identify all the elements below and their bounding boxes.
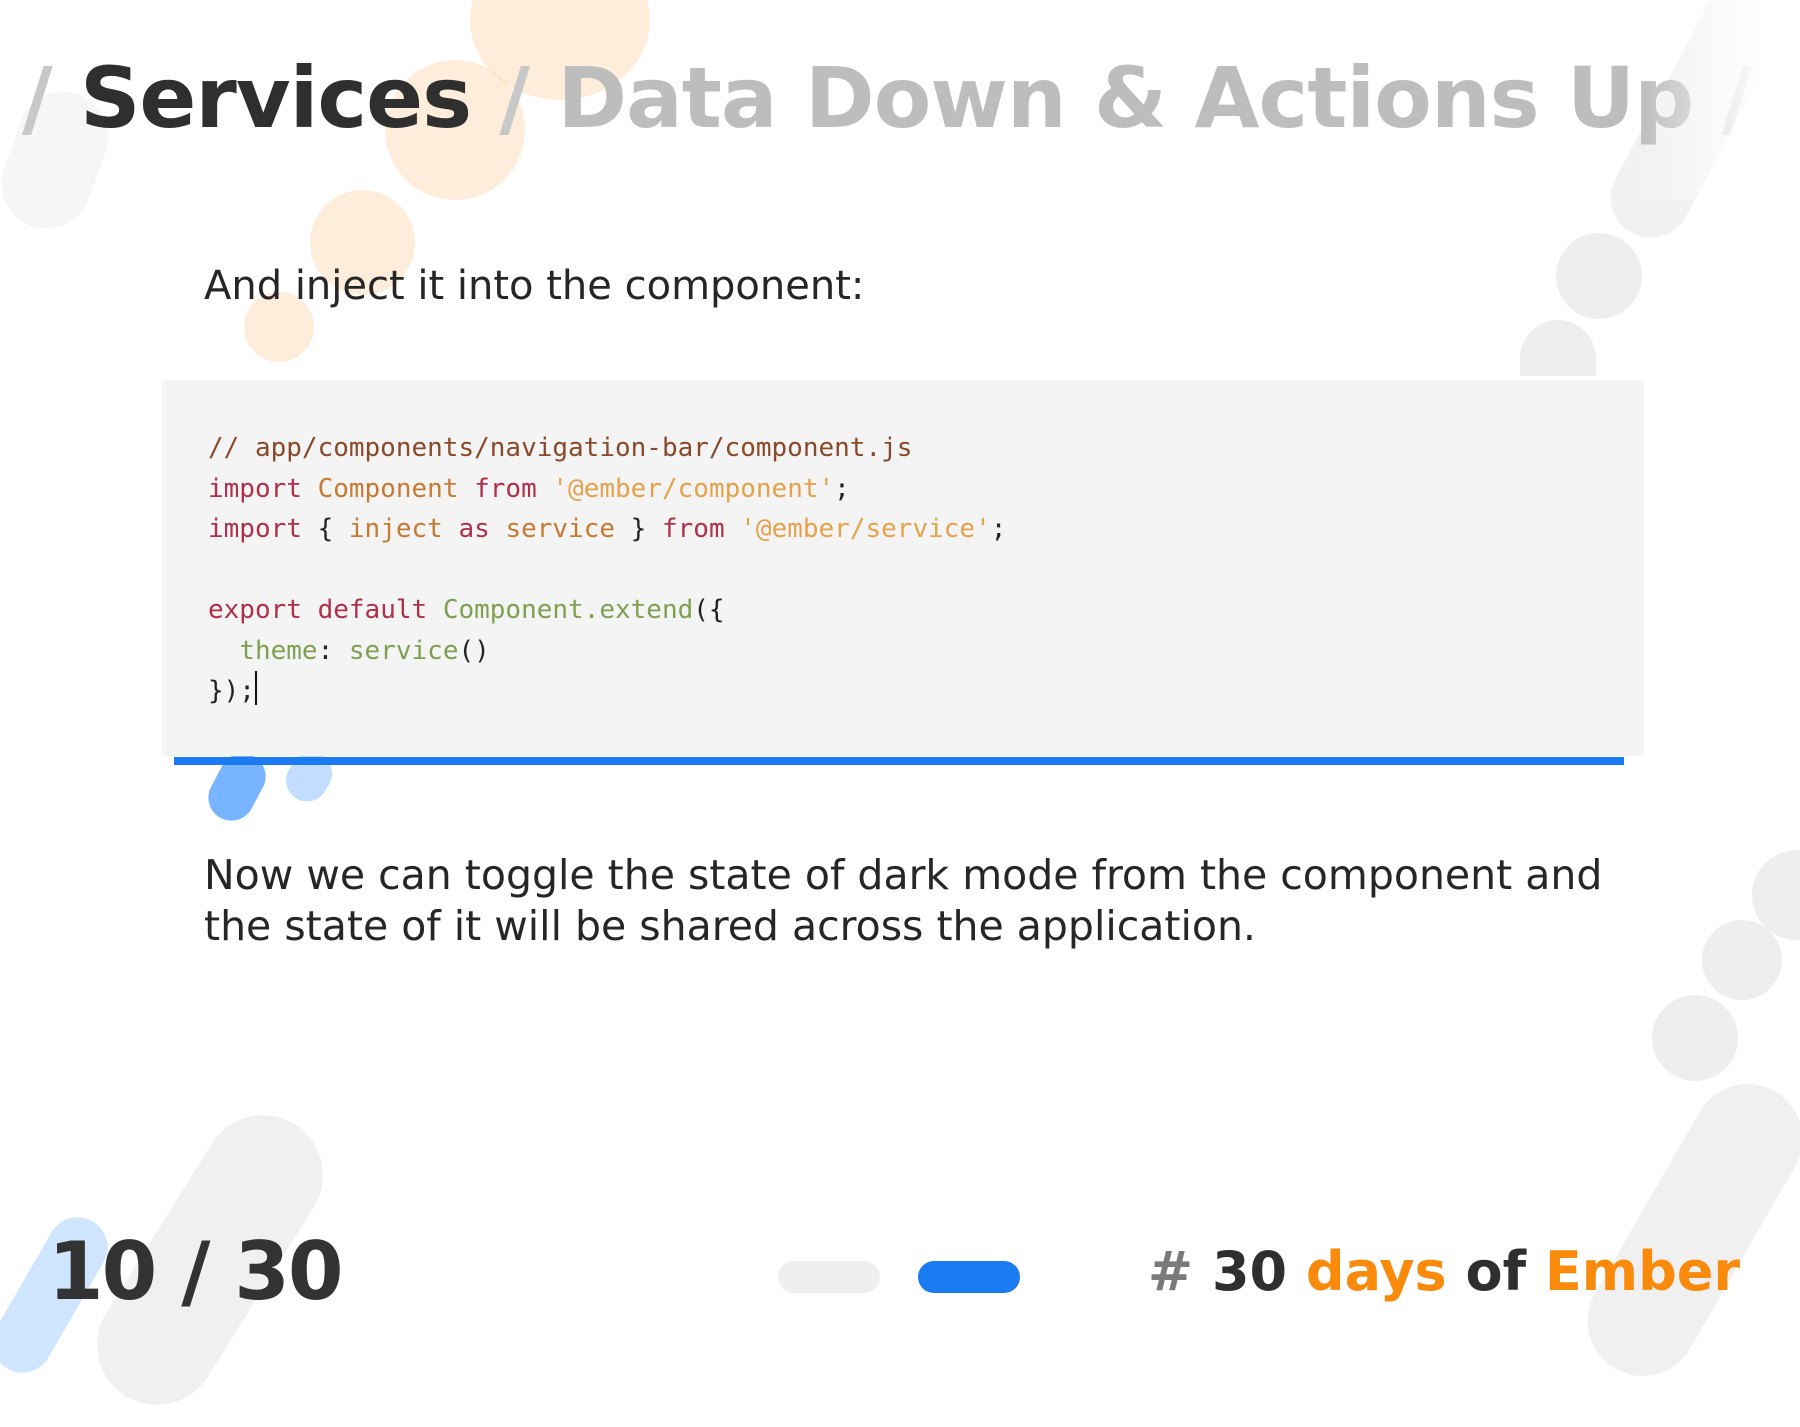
- code-punctuation: ({: [693, 595, 725, 625]
- page-current: 10: [48, 1225, 157, 1318]
- decor-grey-circle-right-2: [1520, 320, 1596, 376]
- code-content: // app/components/navigation-bar/compone…: [208, 428, 1006, 712]
- brand-days: days: [1305, 1240, 1447, 1303]
- code-keyword: as: [458, 514, 490, 544]
- topic-breadcrumb: / Services / Data Down & Actions Up / M: [22, 38, 1762, 158]
- code-punctuation: {: [317, 514, 334, 544]
- page-separator: /: [181, 1225, 210, 1318]
- breadcrumb-active-topic: Services: [79, 49, 472, 147]
- decor-grey-circle-right-1: [1556, 233, 1642, 319]
- decor-grey-circle-right-5: [1652, 995, 1738, 1081]
- code-string: '@ember/service': [740, 514, 991, 544]
- brand-logo: # 30 days of Ember: [1148, 1240, 1740, 1303]
- page-total: 30: [234, 1225, 343, 1318]
- decor-grey-circle-right-4: [1702, 920, 1782, 1000]
- code-keyword: export: [208, 595, 302, 625]
- decor-grey-circle-right-3: [1752, 850, 1800, 940]
- code-punctuation: }: [630, 514, 647, 544]
- code-punctuation: ;: [834, 473, 850, 504]
- intro-text: And inject it into the component:: [204, 263, 865, 309]
- current-slide-indicator[interactable]: [918, 1261, 1020, 1293]
- code-comment: // app/components/navigation-bar/compone…: [208, 433, 913, 463]
- breadcrumb-separator: /: [22, 49, 53, 147]
- code-block[interactable]: // app/components/navigation-bar/compone…: [162, 380, 1644, 756]
- decor-grey-stripe-bottom-right: [1567, 1063, 1800, 1397]
- text-cursor: [254, 671, 257, 705]
- code-function: service: [348, 635, 459, 666]
- code-punctuation: ;: [990, 514, 1007, 544]
- code-punctuation: :: [317, 635, 334, 666]
- code-identifier: Component: [317, 473, 459, 504]
- previous-slide-button[interactable]: [778, 1261, 880, 1293]
- code-block-underline: [174, 757, 1624, 765]
- page-counter: 10 / 30: [48, 1225, 344, 1318]
- code-string: '@ember/component': [552, 473, 835, 504]
- code-punctuation: (): [458, 635, 490, 666]
- brand-hash: #: [1147, 1240, 1194, 1303]
- breadcrumb-next-topic: Data Down & Actions Up: [557, 49, 1694, 147]
- breadcrumb-separator: /: [499, 49, 530, 147]
- breadcrumb-separator: /: [1721, 49, 1753, 147]
- brand-ember: Ember: [1544, 1240, 1740, 1303]
- brand-of: of: [1465, 1240, 1527, 1303]
- body-paragraph: Now we can toggle the state of dark mode…: [204, 851, 1603, 950]
- code-keyword: from: [474, 473, 537, 504]
- code-keyword: default: [317, 595, 428, 625]
- code-keyword: from: [661, 514, 725, 544]
- brand-number: 30: [1211, 1240, 1288, 1303]
- code-identifier: service: [505, 514, 616, 544]
- code-property: theme: [239, 635, 318, 666]
- code-function: Component.extend: [442, 595, 694, 625]
- code-keyword: import: [208, 473, 302, 504]
- code-identifier: inject: [348, 514, 443, 544]
- code-keyword: import: [208, 514, 302, 544]
- code-punctuation: });: [208, 676, 255, 706]
